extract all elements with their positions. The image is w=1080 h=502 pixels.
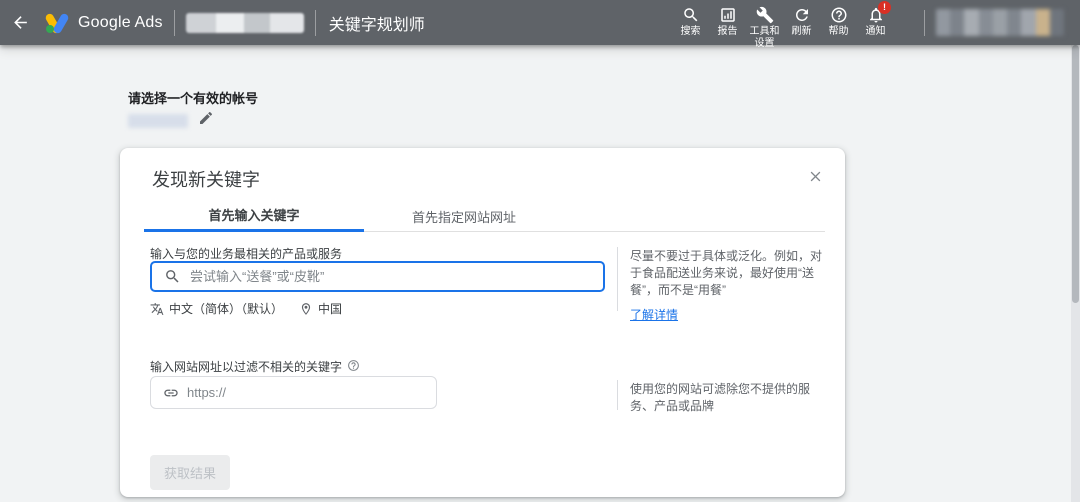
account-name-redacted[interactable]	[185, 12, 304, 33]
google-ads-logo	[44, 11, 70, 35]
url-tip-text: 使用您的网站可滤除您不提供的服务、产品或品牌	[630, 382, 811, 413]
url-input-container	[150, 376, 437, 409]
account-value-row	[128, 110, 214, 131]
arrow-back-icon	[13, 16, 27, 29]
edit-account-button[interactable]	[198, 110, 214, 131]
reports-icon	[720, 8, 735, 22]
tab-label: 首先指定网站网址	[411, 209, 516, 225]
search-icon	[683, 8, 697, 22]
reports-action[interactable]: 报告	[709, 0, 746, 45]
page-title: 关键字规划师	[328, 16, 425, 34]
action-label: 搜索	[680, 26, 701, 37]
dialog-tabs: 首先输入关键字 首先指定网站网址	[144, 200, 825, 232]
language-value: 中文（简体）（默认）	[169, 302, 284, 316]
language-selector[interactable]: 中文（简体）（默认）	[150, 300, 283, 317]
brand-name: Google Ads	[78, 13, 163, 31]
keyword-tip: 尽量不要过于具体或泛化。例如，对于食品配送业务来说，最好使用“送餐”，而不是“用…	[630, 248, 830, 324]
topbar-divider	[173, 9, 175, 36]
keyword-section-label: 输入与您的业务最相关的产品或服务	[150, 247, 343, 261]
topbar-divider	[314, 9, 316, 36]
select-account-heading: 请选择一个有效的帐号	[128, 91, 259, 106]
dialog-title: 发现新关键字	[152, 170, 260, 190]
pencil-icon	[200, 111, 213, 124]
get-results-button[interactable]: 获取结果	[150, 455, 231, 490]
language-location-row: 中文（简体）（默认） 中国	[150, 300, 342, 317]
url-section-label-text: 输入网站网址以过滤不相关的关键字	[150, 360, 343, 374]
notifications-action[interactable]: 通知 !	[857, 0, 894, 45]
help-circle-icon	[348, 359, 359, 371]
tip-divider	[617, 247, 618, 311]
scrollbar-thumb[interactable]	[1072, 45, 1079, 303]
tip-divider	[617, 380, 618, 410]
action-label: 报告	[717, 26, 738, 37]
tools-settings-action[interactable]: 工具和设置	[746, 0, 783, 49]
keyword-input[interactable]	[190, 269, 603, 284]
url-tip: 使用您的网站可滤除您不提供的服务、产品或品牌	[630, 381, 830, 415]
action-label: 刷新	[791, 26, 812, 37]
notification-badge: !	[878, 1, 891, 14]
action-label: 通知	[865, 26, 886, 37]
search-action[interactable]: 搜索	[672, 0, 709, 45]
help-action[interactable]: 帮助	[820, 0, 857, 45]
tab-enter-keywords[interactable]: 首先输入关键字	[144, 200, 364, 232]
scrollbar-track[interactable]	[1071, 45, 1080, 502]
back-button[interactable]	[0, 0, 40, 45]
url-section-label: 输入网站网址以过滤不相关的关键字	[150, 358, 360, 375]
tab-label: 首先输入关键字	[208, 208, 300, 223]
close-dialog-button[interactable]	[805, 166, 825, 186]
location-pin-icon	[301, 302, 311, 315]
url-help-button[interactable]	[347, 359, 360, 375]
location-selector[interactable]: 中国	[299, 300, 342, 317]
close-icon	[810, 171, 820, 181]
action-label: 帮助	[828, 26, 849, 37]
topbar-actions: 搜索 报告 工具和设置 刷新 帮助 通知 !	[672, 0, 894, 49]
tab-specify-website[interactable]: 首先指定网站网址	[364, 200, 564, 232]
account-info-redacted[interactable]	[936, 9, 1064, 36]
refresh-action[interactable]: 刷新	[783, 0, 820, 45]
keyword-tip-text: 尽量不要过于具体或泛化。例如，对于食品配送业务来说，最好使用“送餐”，而不是“用…	[630, 249, 823, 297]
keyword-input-container	[150, 261, 605, 292]
account-id-redacted	[128, 113, 188, 128]
tools-settings-icon	[756, 6, 773, 24]
top-app-bar: Google Ads 关键字规划师 搜索 报告 工具和设置 刷新 帮助 通知 !	[0, 0, 1080, 49]
discover-keywords-dialog: 发现新关键字 首先输入关键字 首先指定网站网址 输入与您的业务最相关的产品或服务…	[120, 148, 845, 497]
location-value: 中国	[318, 302, 343, 316]
refresh-icon	[795, 9, 808, 21]
topbar-divider	[924, 10, 925, 36]
action-label: 工具和设置	[749, 26, 780, 49]
learn-more-link[interactable]: 了解详情	[630, 307, 678, 324]
link-icon	[164, 389, 178, 396]
url-input[interactable]	[187, 385, 436, 400]
help-icon	[831, 7, 846, 23]
translate-icon	[150, 302, 164, 315]
search-icon	[166, 270, 179, 283]
